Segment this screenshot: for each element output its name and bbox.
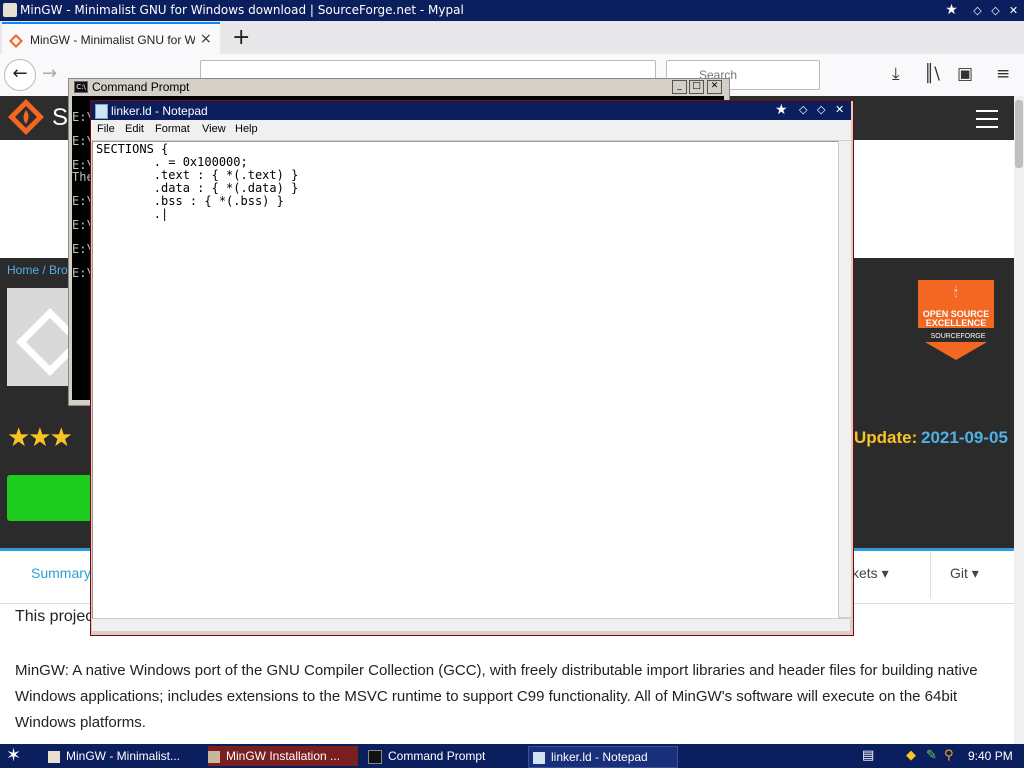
sourceforge-favicon-icon: [9, 34, 23, 48]
notepad-title: linker.ld - Notepad: [111, 104, 208, 118]
download-button[interactable]: [7, 475, 97, 521]
taskbar-item-label: MinGW - Minimalist...: [66, 749, 180, 763]
minimize-icon[interactable]: ◇: [970, 3, 985, 18]
library-icon[interactable]: ║\: [924, 64, 940, 84]
sidebar-icon[interactable]: ▣: [957, 64, 973, 84]
cmd-titlebar[interactable]: C:\ Command Prompt: [70, 79, 726, 94]
tab-label: MinGW - Minimalist GNU for Windo: [30, 33, 195, 47]
start-menu-icon[interactable]: ✶: [6, 745, 21, 766]
svg-text:🕯: 🕯: [954, 285, 957, 299]
taskbar-item-notepad[interactable]: linker.ld - Notepad: [528, 746, 678, 768]
update-date: 2021-09-05: [921, 428, 1008, 447]
downloads-icon[interactable]: ⤓: [892, 64, 900, 84]
notepad-app-icon: [95, 104, 108, 119]
network-tray-icon[interactable]: ✎: [926, 748, 937, 763]
browser-app-icon: [3, 3, 17, 17]
cmd-close-icon[interactable]: ✕: [707, 80, 722, 94]
notepad-task-icon: [533, 751, 545, 764]
tab-divider: [930, 552, 931, 598]
taskbar-item-browser[interactable]: MinGW - Minimalist...: [48, 746, 198, 766]
forward-button[interactable]: →: [42, 63, 57, 84]
notepad-horizontal-scrollbar[interactable]: [92, 618, 850, 631]
tab-summary[interactable]: Summary: [31, 565, 91, 581]
menu-format[interactable]: Format: [155, 123, 190, 135]
close-icon[interactable]: ✕: [1006, 3, 1021, 18]
project-intro: This projec: [15, 608, 94, 625]
search-tray-icon[interactable]: ⚲: [944, 748, 954, 763]
menu-file[interactable]: File: [97, 123, 115, 135]
page-scrollbar[interactable]: [1014, 96, 1024, 744]
update-label: Update:: [854, 428, 918, 447]
tab-tickets[interactable]: kets ▾: [852, 565, 889, 582]
browser-titlebar: MinGW - Minimalist GNU for Windows downl…: [0, 0, 1024, 21]
pin-icon[interactable]: ★: [944, 3, 959, 18]
cmd-task-icon: [368, 749, 382, 764]
cmd-maximize-icon[interactable]: □: [689, 80, 704, 94]
sourceforge-logo-icon[interactable]: [8, 99, 44, 135]
hamburger-menu-icon[interactable]: [976, 110, 998, 128]
notepad-vertical-scrollbar[interactable]: [838, 141, 851, 617]
notepad-close-icon[interactable]: ✕: [835, 103, 844, 116]
tab-mingw[interactable]: MinGW - Minimalist GNU for Windo ×: [2, 22, 220, 56]
badge-brand: SOURCEFORGE: [931, 333, 986, 340]
keyboard-tray-icon[interactable]: ▤: [862, 748, 874, 763]
back-button[interactable]: ←: [4, 59, 36, 91]
browser-task-icon: [48, 750, 60, 763]
notepad-pin-icon[interactable]: ★: [775, 102, 788, 118]
cmd-app-icon: C:\: [74, 81, 88, 93]
project-description: MinGW: A native Windows port of the GNU …: [15, 662, 978, 731]
installer-task-icon: [208, 750, 220, 763]
tab-close-icon[interactable]: ×: [200, 31, 212, 47]
sf-logo-text: S: [52, 104, 69, 131]
notepad-minimize-icon[interactable]: ◇: [799, 103, 807, 116]
menu-icon[interactable]: ≡: [996, 64, 1010, 84]
taskbar-item-cmd[interactable]: Command Prompt: [368, 746, 518, 766]
cmd-title: Command Prompt: [92, 80, 190, 94]
page-scrollbar-thumb[interactable]: [1015, 100, 1023, 168]
menu-help[interactable]: Help: [235, 123, 258, 135]
breadcrumb[interactable]: Home / Bro: [7, 263, 68, 277]
browser-window-title: MinGW - Minimalist GNU for Windows downl…: [20, 3, 464, 17]
menu-view[interactable]: View: [202, 123, 226, 135]
taskbar-item-label: Command Prompt: [388, 749, 486, 763]
tab-git[interactable]: Git ▾: [950, 565, 979, 582]
maximize-icon[interactable]: ◇: [988, 3, 1003, 18]
notepad-content: SECTIONS { . = 0x100000; .text : { *(.te…: [96, 142, 299, 221]
notepad-maximize-icon[interactable]: ◇: [817, 103, 825, 116]
open-source-excellence-badge: 🕯 OPEN SOURCE EXCELLENCE SOURCEFORGE: [906, 280, 1006, 360]
badge-line2: EXCELLENCE: [926, 318, 987, 328]
rating-stars: ★★★: [7, 423, 73, 453]
taskbar-item-installer[interactable]: MinGW Installation ...: [208, 746, 358, 766]
menu-edit[interactable]: Edit: [125, 123, 144, 135]
new-tab-button[interactable]: +: [232, 25, 250, 50]
cmd-minimize-icon[interactable]: _: [672, 80, 687, 94]
taskbar-item-label: linker.ld - Notepad: [551, 750, 648, 764]
taskbar-clock: 9:40 PM: [968, 749, 1013, 763]
shield-tray-icon[interactable]: ◆: [906, 748, 916, 763]
notepad-titlebar[interactable]: linker.ld - Notepad ★ ◇ ◇ ✕: [91, 101, 851, 120]
taskbar-item-label: MinGW Installation ...: [226, 749, 341, 763]
